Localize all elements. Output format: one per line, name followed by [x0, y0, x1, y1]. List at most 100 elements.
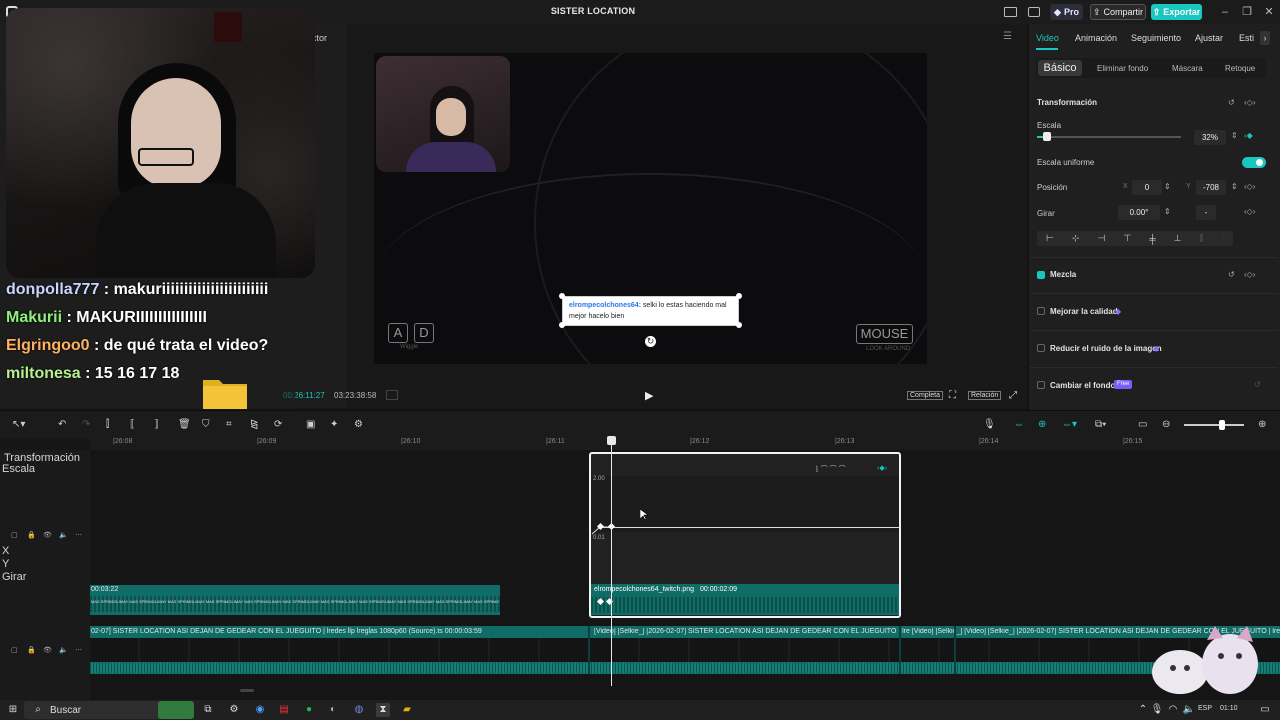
delete-icon[interactable]: 🗑 [178, 419, 191, 430]
notification-icon[interactable]: ▭ [1258, 703, 1272, 717]
align-right-icon[interactable]: ⊣ [1097, 233, 1105, 244]
layout-icon[interactable] [1004, 7, 1017, 17]
spotify-icon[interactable]: ● [302, 703, 316, 717]
clip-keyframes-icon[interactable] [593, 597, 617, 607]
transform-section-title[interactable]: Transformación [1037, 98, 1097, 107]
task-view-icon[interactable]: ⧉ [201, 703, 215, 717]
rotate-keyframe-icon[interactable]: ‹◇› [1244, 207, 1255, 216]
align-bottom-icon[interactable]: ⊥ [1174, 233, 1182, 244]
subtab-remove-bg[interactable]: Eliminar fondo [1097, 64, 1148, 73]
tabs-next-icon[interactable]: › [1260, 31, 1270, 45]
ratio-button[interactable]: Relación [968, 391, 1002, 400]
position-keyframe-icon[interactable]: ‹◇› [1244, 182, 1255, 191]
position-y-field[interactable]: -708 [1196, 180, 1226, 195]
playhead-handle[interactable] [607, 436, 616, 445]
track-more-icon[interactable]: ⋯ [75, 646, 82, 654]
preview-axis-icon[interactable]: ⧉▾ [1095, 419, 1106, 430]
tab-animation[interactable]: Animación [1075, 33, 1117, 43]
player-menu-icon[interactable]: ☰ [1003, 31, 1012, 42]
mic-icon[interactable]: 🎙 [983, 419, 996, 430]
magnet-icon[interactable]: ⊕ [1038, 419, 1046, 430]
mic-tray-icon[interactable]: 🎙 [1150, 703, 1164, 717]
mix-keyframe-icon[interactable]: ‹◇› [1244, 270, 1255, 279]
language-indicator[interactable]: ESP [1198, 705, 1212, 712]
maximize-icon[interactable]: ❐ [1240, 5, 1254, 19]
timecode-grid-icon[interactable] [386, 390, 398, 400]
track-audio-icon[interactable]: 🔈 [59, 646, 68, 654]
caption-icon[interactable]: ▭ [1138, 419, 1147, 430]
pos-x-stepper-icon[interactable]: ⇕ [1164, 182, 1171, 191]
marker-icon[interactable]: ⛉ [202, 419, 210, 430]
tray-chevron-icon[interactable]: ⌃ [1136, 703, 1150, 717]
scale-stepper-icon[interactable]: ⇕ [1231, 131, 1238, 140]
split-icon[interactable]: ⫿ [106, 419, 109, 430]
chat-overlay-selected[interactable]: elrompecolchones64: selki lo estas hacie… [562, 296, 739, 326]
app-icon[interactable]: ◐ [326, 703, 340, 717]
noise-checkbox[interactable] [1037, 344, 1045, 352]
pro-button[interactable]: ◆ Pro [1050, 4, 1083, 20]
tab-tracking[interactable]: Seguimiento [1131, 33, 1181, 43]
close-icon[interactable]: ✕ [1262, 5, 1276, 19]
tab-video[interactable]: Video [1036, 33, 1059, 43]
redo-icon[interactable]: ↷ [82, 419, 90, 430]
clock[interactable]: 01:10 [1220, 705, 1238, 712]
kf-nav-icon[interactable]: ‹◆› [877, 464, 887, 472]
file-explorer-icon[interactable]: ▰ [400, 703, 414, 717]
shortcuts-icon[interactable] [1028, 7, 1040, 17]
quality-label[interactable]: Mejorar la calidad [1050, 307, 1118, 316]
zoom-slider-track[interactable] [1184, 424, 1244, 426]
link-main-icon[interactable]: ⇔ [1014, 419, 1024, 430]
magic-icon[interactable]: ✦ [330, 419, 338, 430]
rotate-field[interactable]: 0.00° [1118, 205, 1160, 220]
volume-icon[interactable]: 🔈 [1182, 703, 1196, 717]
rotate-dial[interactable]: - [1196, 205, 1216, 220]
track-cover-icon[interactable]: ▢ [11, 531, 18, 539]
complete-button[interactable]: Completa [907, 391, 943, 400]
ai-tool-icon[interactable]: ⚙ [354, 419, 363, 430]
mix-reset-icon[interactable]: ↺ [1228, 270, 1235, 279]
rotate-stepper-icon[interactable]: ⇕ [1164, 207, 1171, 216]
zoom-in-icon[interactable]: ⊕ [1258, 419, 1266, 430]
discord-icon[interactable]: ◍ [352, 703, 366, 717]
resize-handle-bl[interactable] [559, 322, 565, 328]
mix-checkbox[interactable] [1037, 271, 1045, 279]
network-icon[interactable]: ◠ [1166, 703, 1180, 717]
align-left-icon[interactable]: ⊢ [1046, 233, 1054, 244]
bg-checkbox[interactable] [1037, 381, 1045, 389]
subtab-mask[interactable]: Máscara [1172, 64, 1203, 73]
undo-icon[interactable]: ↶ [58, 419, 66, 430]
freeze-icon[interactable]: ▣ [306, 419, 315, 430]
play-button[interactable]: ▶ [645, 389, 657, 402]
kf-curve-tools-icon[interactable]: ⌊ ⌒ ⌒ ⌒ [816, 464, 846, 474]
distribute-v-icon[interactable]: ⫶ [1222, 233, 1224, 244]
bg-label[interactable]: Cambiar el fondo [1050, 381, 1115, 390]
mix-label[interactable]: Mezcla [1050, 270, 1076, 279]
trim-left-icon[interactable]: ⟦ [130, 419, 135, 430]
chrome-icon[interactable]: ◉ [253, 703, 267, 717]
timeline-scrollbar[interactable] [240, 689, 254, 692]
windows-start-icon[interactable]: ⊞ [6, 703, 20, 717]
reset-icon[interactable]: ↺ [1228, 98, 1235, 107]
align-middle-icon[interactable]: ╪ [1149, 234, 1155, 244]
noise-label[interactable]: Reducir el ruido de la imagen [1050, 344, 1162, 353]
minimize-icon[interactable]: – [1218, 5, 1232, 19]
mirror-icon[interactable]: ⧎ [250, 419, 258, 430]
playhead-line[interactable] [611, 438, 612, 686]
resize-handle-tl[interactable] [559, 293, 565, 299]
zoom-slider-thumb[interactable] [1219, 420, 1225, 430]
keyframe-icon[interactable]: ‹◇› [1244, 98, 1255, 107]
tab-style[interactable]: Esti [1239, 33, 1254, 43]
track-cover-icon[interactable]: ▢ [11, 646, 18, 654]
news-app-icon[interactable]: ▤ [277, 703, 291, 717]
kf-curve-area[interactable] [591, 476, 899, 532]
bg-reset-icon[interactable]: ↺ [1254, 380, 1261, 389]
position-x-field[interactable]: 0 [1132, 180, 1162, 195]
track-eye-icon[interactable]: 👁 [43, 646, 52, 654]
resize-handle-tr[interactable] [736, 293, 742, 299]
rotate-handle-icon[interactable]: ↻ [645, 336, 656, 347]
fullscreen-icon[interactable]: ⤢ [1009, 390, 1017, 401]
preview-webcam[interactable] [376, 56, 510, 172]
select-tool-icon[interactable]: ↖▾ [12, 419, 25, 430]
quality-checkbox[interactable] [1037, 307, 1045, 315]
settings-app-icon[interactable]: ⚙ [227, 703, 241, 717]
